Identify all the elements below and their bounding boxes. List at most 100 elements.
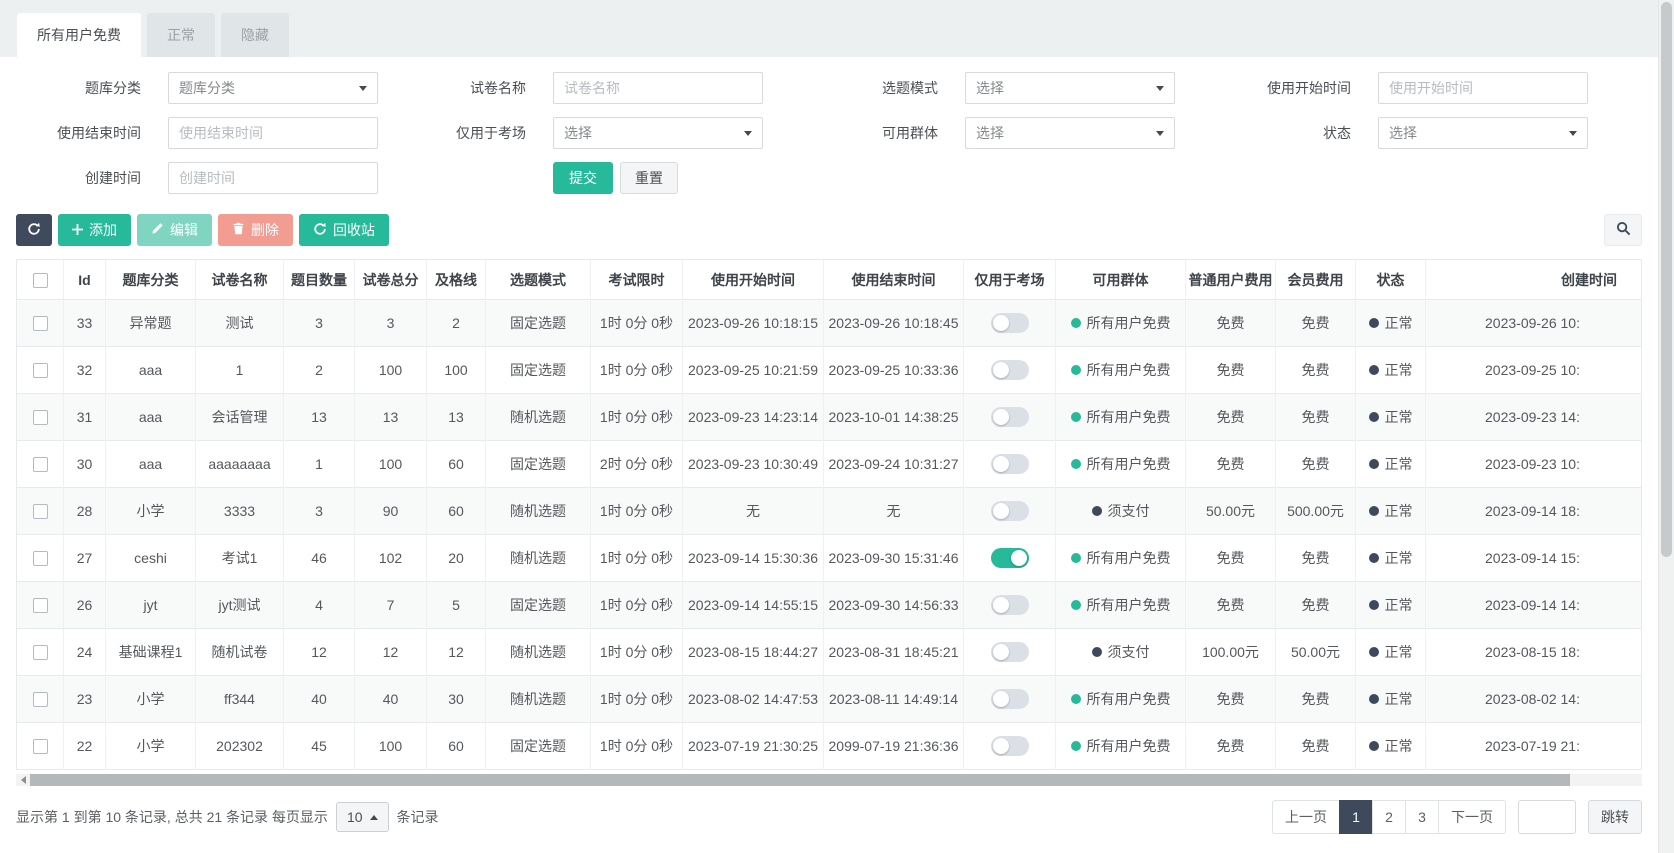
column-header: 试卷名称 [196,260,284,300]
cell-pass-line: 2 [427,300,486,347]
cell-exam-only [964,441,1056,488]
prev-page-button[interactable]: 上一页 [1272,800,1340,834]
exam-only-toggle[interactable] [991,736,1029,756]
row-checkbox[interactable] [33,410,48,425]
row-checkbox[interactable] [33,363,48,378]
vertical-scrollbar[interactable] [1658,0,1674,853]
vertical-scroll-thumb[interactable] [1661,2,1672,557]
cell-question-count: 12 [284,629,355,676]
cell-total-score: 40 [355,676,427,723]
exam-only-toggle[interactable] [991,689,1029,709]
cell-name: 考试1 [196,535,284,582]
exam-only-toggle[interactable] [991,642,1029,662]
filter-input[interactable] [168,117,378,149]
refresh-button[interactable] [16,214,52,246]
scroll-left-arrow[interactable] [16,774,30,786]
cell-end-time: 2023-10-01 14:38:25 [824,394,964,441]
row-checkbox[interactable] [33,457,48,472]
add-button[interactable]: 添加 [58,214,131,246]
jump-button[interactable]: 跳转 [1588,800,1642,834]
tab[interactable]: 所有用户免费 [17,13,141,57]
cell-end-time: 2099-07-19 21:36:36 [824,723,964,770]
exam-only-toggle[interactable] [991,407,1029,427]
row-checkbox[interactable] [33,551,48,566]
tab[interactable]: 隐藏 [221,13,289,57]
tab[interactable]: 正常 [147,13,215,57]
cell-id: 26 [64,582,106,629]
reset-button[interactable]: 重置 [620,162,678,194]
row-select-cell [17,582,64,629]
horizontal-scrollbar[interactable] [16,774,1642,786]
row-checkbox[interactable] [33,504,48,519]
exam-only-toggle[interactable] [991,360,1029,380]
cell-exam-only [964,535,1056,582]
page-number-button[interactable]: 2 [1372,800,1406,834]
select-all-checkbox[interactable] [33,273,48,288]
cell-duration: 1时 0分 0秒 [591,582,683,629]
pencil-icon [151,222,164,238]
cell-end-time: 无 [824,488,964,535]
cell-id: 24 [64,629,106,676]
filter-label: 创建时间 [43,162,168,194]
group-dot-icon [1071,553,1081,563]
cell-group: 所有用户免费 [1056,347,1186,394]
row-checkbox[interactable] [33,739,48,754]
page-size-dropdown[interactable]: 10 [336,802,389,832]
filter-select[interactable]: 选择 [1378,117,1588,149]
jump-page-input[interactable] [1518,800,1576,834]
cell-duration: 1时 0分 0秒 [591,394,683,441]
search-button[interactable] [1604,214,1642,246]
status-dot-icon [1369,365,1379,375]
horizontal-scroll-thumb[interactable] [30,774,1570,786]
row-checkbox[interactable] [33,598,48,613]
submit-button[interactable]: 提交 [553,162,613,194]
column-header: 创建时间 [1426,260,1642,300]
column-header: 使用结束时间 [824,260,964,300]
content-panel: 题库分类题库分类试卷名称选题模式选择使用开始时间使用结束时间仅用于考场选择可用群… [0,57,1658,853]
page-number-button[interactable]: 3 [1405,800,1439,834]
filter-input[interactable] [1378,72,1588,104]
edit-button[interactable]: 编辑 [137,214,212,246]
exam-only-toggle[interactable] [991,595,1029,615]
row-select-cell [17,441,64,488]
page-number-button[interactable]: 1 [1339,800,1373,834]
cell-name: ff344 [196,676,284,723]
filter-select[interactable]: 选择 [965,72,1175,104]
cell-total-score: 100 [355,723,427,770]
filter-input[interactable] [168,162,378,194]
recycle-bin-button[interactable]: 回收站 [299,214,389,246]
page-size-value: 10 [347,809,363,825]
row-checkbox[interactable] [33,692,48,707]
row-checkbox[interactable] [33,645,48,660]
exam-paper-table: Id题库分类试卷名称题目数量试卷总分及格线选题模式考试限时使用开始时间使用结束时… [16,259,1642,770]
cell-id: 31 [64,394,106,441]
exam-only-toggle[interactable] [991,454,1029,474]
chevron-down-icon [1569,131,1577,136]
exam-only-toggle[interactable] [991,313,1029,333]
group-dot-icon [1071,600,1081,610]
cell-pass-line: 20 [427,535,486,582]
search-icon [1616,221,1631,239]
exam-only-toggle[interactable] [991,501,1029,521]
next-page-button[interactable]: 下一页 [1438,800,1506,834]
cell-category: aaa [106,347,196,394]
cell-pass-line: 5 [427,582,486,629]
filter-select[interactable]: 题库分类 [168,72,378,104]
cell-member-fee: 免费 [1276,441,1356,488]
exam-only-toggle[interactable] [991,548,1029,568]
cell-group: 所有用户免费 [1056,441,1186,488]
cell-status: 正常 [1356,394,1426,441]
filter-input[interactable] [553,72,763,104]
cell-start-time: 2023-09-14 15:30:36 [683,535,824,582]
filter-label: 仅用于考场 [405,117,553,149]
group-dot-icon [1071,412,1081,422]
filter-select[interactable]: 选择 [553,117,763,149]
cell-pass-line: 100 [427,347,486,394]
filter-select[interactable]: 选择 [965,117,1175,149]
row-checkbox[interactable] [33,316,48,331]
cell-category: aaa [106,441,196,488]
cell-exam-only [964,347,1056,394]
cell-name: aaaaaaaa [196,441,284,488]
delete-button[interactable]: 删除 [218,214,293,246]
cell-pass-line: 13 [427,394,486,441]
